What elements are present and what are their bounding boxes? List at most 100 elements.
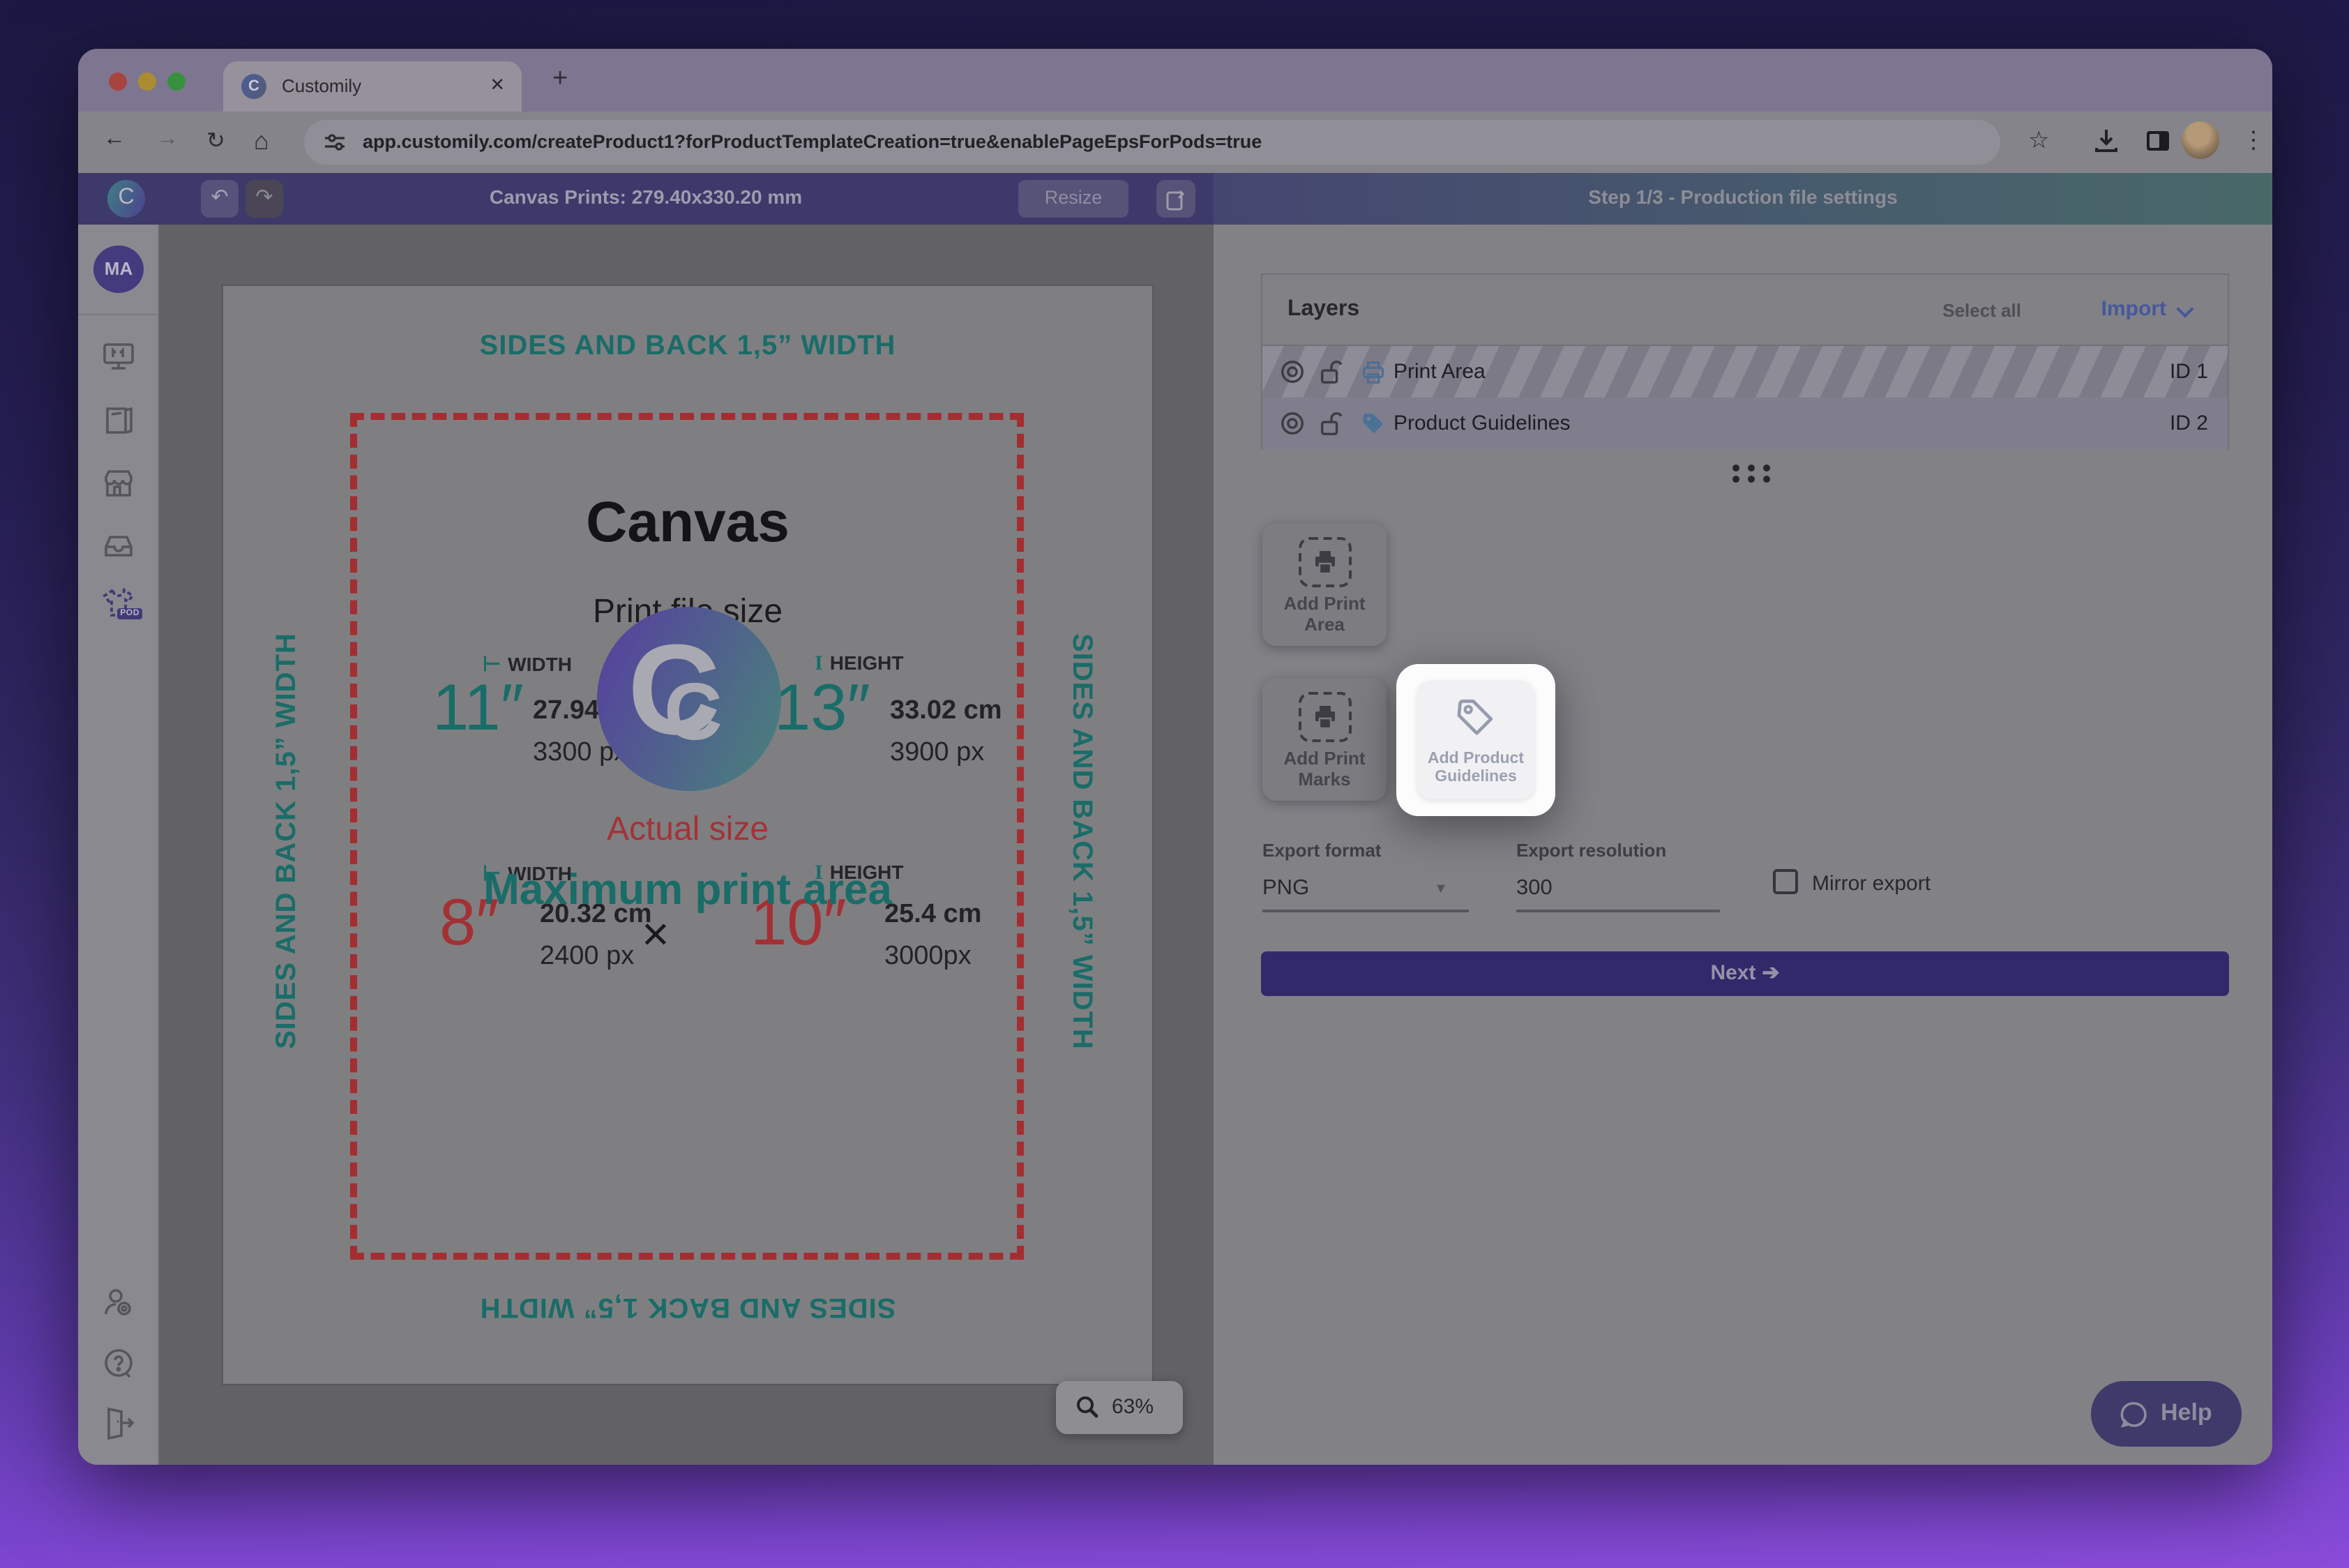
print-height-inches: 13″	[774, 668, 870, 745]
pod-badge: POD	[117, 608, 142, 619]
tab-title: Customily	[282, 75, 361, 96]
account-avatar[interactable]: MA	[93, 246, 144, 293]
browser-menu-icon[interactable]: ⋮	[2242, 127, 2265, 155]
max-print-area-label: Maximum print area	[223, 865, 1152, 915]
layer-name: Print Area	[1393, 360, 1486, 384]
print-height-metric: 33.02 cm 3900 px	[890, 696, 1002, 769]
layers-title: Layers	[1287, 297, 1359, 322]
select-all-link[interactable]: Select all	[1942, 300, 2021, 321]
canvas-viewport[interactable]: SIDES AND BACK 1,5” WIDTH SIDES AND BACK…	[159, 225, 1214, 1465]
logout-icon[interactable]	[100, 1405, 137, 1441]
side-panel-icon[interactable]	[2144, 127, 2172, 155]
guideline-bottom-label: SIDES AND BACK 1,5” WIDTH	[223, 1290, 1152, 1322]
site-settings-icon[interactable]	[324, 131, 346, 153]
store-icon[interactable]	[100, 465, 137, 501]
add-print-marks-button[interactable]: Add Print Marks	[1262, 678, 1387, 801]
mirror-export-checkbox[interactable]	[1773, 869, 1798, 894]
layers-header: Layers Select all Import	[1262, 275, 2228, 346]
minimize-window-button[interactable]	[138, 73, 156, 91]
unlock-icon[interactable]	[1318, 410, 1345, 437]
resize-button[interactable]: Resize	[1018, 180, 1128, 218]
main-content: MA	[78, 225, 2272, 1465]
print-area-dashed-icon	[1298, 537, 1351, 587]
format-underline	[1262, 910, 1469, 912]
forward-icon[interactable]: →	[156, 127, 179, 152]
help-label: Help	[2161, 1399, 2212, 1427]
new-tab-button[interactable]: +	[552, 64, 568, 95]
customily-watermark-logo: C C	[597, 607, 781, 791]
templates-icon[interactable]	[100, 402, 137, 438]
design-editor-icon[interactable]	[100, 339, 137, 375]
actual-size-label: Actual size	[223, 811, 1152, 850]
printer-icon	[1311, 548, 1338, 576]
close-window-button[interactable]	[109, 73, 127, 91]
chat-bubble-icon	[2119, 1399, 2150, 1430]
tag-icon	[1452, 693, 1500, 741]
maximize-window-button[interactable]	[167, 73, 186, 91]
account-settings-icon[interactable]	[100, 1285, 137, 1321]
magnifier-icon	[1075, 1395, 1099, 1419]
layer-row-product-guidelines[interactable]: Product Guidelines ID 2	[1262, 398, 2228, 449]
unlock-icon[interactable]	[1318, 359, 1345, 385]
editor-toolbar: C ↶ ↷ Canvas Prints: 279.40x330.20 mm Re…	[78, 173, 1214, 225]
copy-page-icon	[1165, 187, 1187, 211]
reload-icon[interactable]: ↻	[206, 127, 225, 155]
step-title: Step 1/3 - Production file settings	[1214, 186, 2272, 208]
downloads-icon[interactable]	[2092, 127, 2120, 155]
visibility-eye-icon[interactable]	[1279, 359, 1306, 385]
add-print-area-button[interactable]: Add Print Area	[1262, 523, 1387, 646]
back-icon[interactable]: ←	[103, 127, 126, 152]
layer-name: Product Guidelines	[1393, 412, 1571, 435]
export-resolution-label: Export resolution	[1516, 840, 1666, 861]
multiply-sign: ×	[642, 908, 670, 963]
help-faq-icon[interactable]	[100, 1346, 137, 1382]
print-marks-dashed-icon	[1298, 692, 1351, 742]
export-format-label: Export format	[1262, 840, 1381, 861]
bookmark-star-icon[interactable]: ☆	[2028, 127, 2050, 155]
printer-icon	[1360, 359, 1387, 385]
inbox-icon[interactable]	[100, 527, 137, 564]
home-icon[interactable]: ⌂	[254, 127, 269, 156]
layer-row-print-area[interactable]: Print Area ID 1	[1262, 346, 2228, 398]
mirror-export-label: Mirror export	[1812, 872, 1931, 896]
layer-id: ID 2	[2170, 412, 2208, 435]
artboard[interactable]: SIDES AND BACK 1,5” WIDTH SIDES AND BACK…	[222, 285, 1154, 1385]
browser-window: C Customily ✕ + ← → ↻ ⌂ app.customily.co…	[78, 49, 2272, 1465]
artboard-title: Canvas	[223, 490, 1152, 555]
url-text: app.customily.com/createProduct1?forProd…	[363, 131, 1262, 152]
tab-close-icon[interactable]: ✕	[490, 74, 505, 96]
browser-profile-avatar[interactable]	[2182, 121, 2219, 159]
browser-toolbar: ← → ↻ ⌂ app.customily.com/createProduct1…	[78, 112, 2272, 173]
layers-panel: Layers Select all Import	[1261, 273, 2229, 449]
layer-id: ID 1	[2170, 360, 2208, 384]
add-product-guidelines-button[interactable]: Add Product Guidelines	[1417, 681, 1534, 799]
tab-strip: C Customily ✕ +	[78, 49, 2272, 112]
help-button[interactable]: Help	[2091, 1381, 2242, 1447]
next-button[interactable]: Next ➔	[1261, 951, 2229, 996]
spotlight-highlight: Add Product Guidelines	[1396, 664, 1555, 816]
resolution-underline	[1516, 910, 1720, 912]
screen: C Customily ✕ + ← → ↻ ⌂ app.customily.co…	[0, 0, 2349, 1568]
tab-favicon-icon: C	[241, 74, 266, 99]
pod-products-icon[interactable]: POD	[100, 585, 137, 621]
settings-panel: Layers Select all Import	[1214, 225, 2272, 1465]
export-format-select[interactable]: PNG	[1262, 876, 1309, 901]
guideline-top-label: SIDES AND BACK 1,5” WIDTH	[223, 331, 1152, 363]
export-resolution-input[interactable]: 300	[1516, 876, 1553, 901]
app-sidebar: MA	[78, 225, 159, 1465]
zoom-control[interactable]: 63%	[1056, 1381, 1183, 1434]
duplicate-button[interactable]	[1156, 180, 1195, 218]
next-arrow-icon: ➔	[1762, 961, 1779, 985]
step-header: Step 1/3 - Production file settings	[1214, 173, 2272, 225]
browser-tab[interactable]: C Customily ✕	[223, 61, 522, 112]
panel-drag-handle-icon[interactable]	[1732, 465, 1774, 483]
app-toolbar: C ↶ ↷ Canvas Prints: 279.40x330.20 mm Re…	[78, 173, 2272, 225]
import-link[interactable]: Import	[2101, 297, 2166, 321]
address-bar[interactable]: app.customily.com/createProduct1?forProd…	[304, 120, 2000, 165]
printer-icon	[1311, 703, 1338, 731]
dropdown-arrow-icon[interactable]: ▼	[1434, 882, 1448, 897]
visibility-eye-icon[interactable]	[1279, 410, 1306, 437]
sidebar-divider	[78, 314, 158, 315]
chevron-down-icon[interactable]	[2176, 300, 2193, 317]
tag-icon	[1360, 410, 1387, 437]
